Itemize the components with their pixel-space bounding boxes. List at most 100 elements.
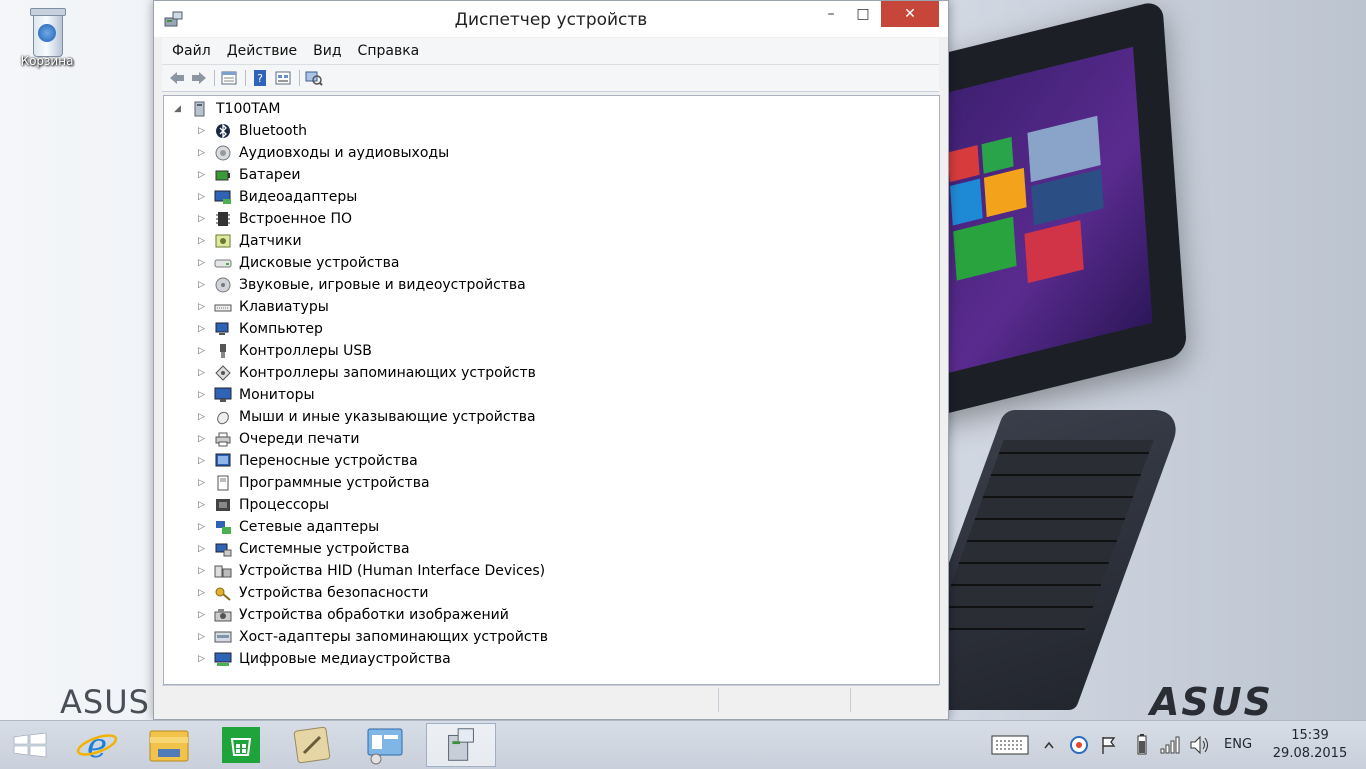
title-bar[interactable]: Диспетчер устройств – □ ✕ <box>154 1 948 37</box>
tablet-screen <box>923 46 1153 375</box>
mouse-icon <box>217 411 229 425</box>
show-hidden-icons-icon[interactable] <box>1042 731 1056 759</box>
tree-category-label: Контроллеры USB <box>239 343 372 359</box>
expand-arrow-icon[interactable]: ▷ <box>198 566 208 576</box>
minimize-button[interactable]: – <box>816 1 846 27</box>
processor-icon <box>216 499 230 511</box>
language-indicator[interactable]: ENG <box>1224 737 1252 752</box>
svg-text:e: e <box>87 726 107 766</box>
battery-icon[interactable] <box>1134 731 1150 759</box>
forward-arrow-icon[interactable] <box>190 69 208 87</box>
sensor-icon <box>215 234 231 248</box>
svg-text:?: ? <box>257 72 263 85</box>
security-shield-icon[interactable] <box>1068 731 1090 759</box>
expand-arrow-icon[interactable]: ▷ <box>198 412 208 422</box>
touch-keyboard-icon[interactable] <box>990 731 1030 759</box>
keyboard-icon <box>214 304 232 312</box>
expand-arrow-icon[interactable]: ▷ <box>198 544 208 554</box>
tree-category-label: Устройства безопасности <box>239 585 429 601</box>
expand-arrow-icon[interactable]: ▷ <box>198 346 208 356</box>
properties-icon[interactable] <box>220 69 238 87</box>
volume-icon[interactable] <box>1188 731 1212 759</box>
start-icon[interactable] <box>0 723 60 767</box>
tree-category-label: Сетевые адаптеры <box>239 519 380 535</box>
imaging-device-icon <box>214 609 232 622</box>
computer-root-icon <box>194 101 205 117</box>
expand-arrow-icon[interactable]: ▷ <box>198 280 208 290</box>
store-icon[interactable] <box>206 723 276 767</box>
collapse-arrow-icon[interactable]: ◢ <box>174 104 184 114</box>
action-center-flag-icon[interactable] <box>1098 731 1120 759</box>
menu-bar: Файл Действие Вид Справка <box>162 38 939 65</box>
firmware-icon <box>216 212 230 226</box>
tree-category-label: Хост-адаптеры запоминающих устройств <box>239 629 548 645</box>
menu-help[interactable]: Справка <box>350 38 428 64</box>
display-adapter-icon <box>214 190 231 204</box>
clock[interactable]: 15:39 29.08.2015 <box>1262 727 1358 763</box>
close-button[interactable]: ✕ <box>881 1 939 27</box>
hid-icon <box>214 565 232 578</box>
system-device-icon <box>215 543 232 557</box>
expand-arrow-icon[interactable]: ▷ <box>198 456 208 466</box>
menu-action[interactable]: Действие <box>219 38 305 64</box>
expand-arrow-icon[interactable]: ▷ <box>198 610 208 620</box>
expand-arrow-icon[interactable]: ▷ <box>198 324 208 334</box>
signal-icon[interactable] <box>1158 731 1180 759</box>
expand-arrow-icon[interactable]: ▷ <box>198 192 208 202</box>
expand-arrow-icon[interactable]: ▷ <box>198 588 208 598</box>
expand-arrow-icon[interactable]: ▷ <box>198 302 208 312</box>
scan-hardware-icon[interactable] <box>305 69 323 87</box>
back-arrow-icon[interactable] <box>168 69 186 87</box>
tree-category-label: Батареи <box>239 167 301 183</box>
tree-category-label: Контроллеры запоминающих устройств <box>239 365 536 381</box>
tree-root-label: T100TAM <box>216 101 281 117</box>
expand-arrow-icon[interactable]: ▷ <box>198 390 208 400</box>
digital-media-icon <box>214 652 232 666</box>
sound-icon <box>215 277 231 293</box>
monitor-icon <box>214 387 232 402</box>
tree-category-label: Системные устройства <box>239 541 410 557</box>
recycle-bin[interactable]: Корзина <box>14 6 80 68</box>
expand-arrow-icon[interactable]: ▷ <box>198 214 208 224</box>
file-explorer-icon[interactable] <box>134 723 204 767</box>
expand-arrow-icon[interactable]: ▷ <box>198 654 208 664</box>
expand-arrow-icon[interactable]: ▷ <box>198 500 208 510</box>
clock-date: 29.08.2015 <box>1272 746 1348 761</box>
maximize-button[interactable]: □ <box>848 1 878 27</box>
expand-arrow-icon[interactable]: ▷ <box>198 434 208 444</box>
expand-arrow-icon[interactable]: ▷ <box>198 126 208 136</box>
asus-logo: ASUS <box>1150 680 1274 724</box>
tree-category-label: Переносные устройства <box>239 453 418 469</box>
battery-icon <box>215 170 230 181</box>
menu-view[interactable]: Вид <box>305 38 349 64</box>
tree-category-label: Мыши и иные указывающие устройства <box>239 409 536 425</box>
expand-arrow-icon[interactable]: ▷ <box>198 478 208 488</box>
expand-arrow-icon[interactable]: ▷ <box>198 258 208 268</box>
taskbar: e ENG 15:39 29.08.2015 <box>0 720 1366 769</box>
expand-arrow-icon[interactable]: ▷ <box>198 148 208 158</box>
expand-arrow-icon[interactable]: ▷ <box>198 632 208 642</box>
recycle-bin-icon <box>28 6 66 57</box>
device-manager-icon[interactable] <box>426 723 496 767</box>
expand-arrow-icon[interactable]: ▷ <box>198 170 208 180</box>
control-panel-icon[interactable] <box>278 723 348 767</box>
expand-arrow-icon[interactable]: ▷ <box>198 368 208 378</box>
help-icon[interactable]: ? <box>251 69 269 87</box>
tree-category-label: Цифровые медиаустройства <box>239 651 451 667</box>
expand-arrow-icon[interactable]: ▷ <box>198 236 208 246</box>
tree-category-label: Очереди печати <box>239 431 360 447</box>
security-device-icon <box>215 587 231 601</box>
tree-category-label: Звуковые, игровые и видеоустройства <box>239 277 526 293</box>
portable-device-icon <box>215 453 231 467</box>
software-device-icon <box>217 475 229 491</box>
expand-arrow-icon[interactable]: ▷ <box>198 522 208 532</box>
view-icon[interactable] <box>274 69 292 87</box>
internet-explorer-icon[interactable]: e <box>62 723 132 767</box>
tree-category-label: Мониторы <box>239 387 315 403</box>
remote-desktop-icon[interactable] <box>350 723 420 767</box>
usb-icon <box>220 344 226 358</box>
menu-file[interactable]: Файл <box>162 38 219 64</box>
device-tree[interactable]: ◢ T100TAM ▷ Bluetooth ▷ Аудиовходы и аудиов… <box>163 95 940 685</box>
audio-io-icon <box>215 145 231 161</box>
device-manager-window: Диспетчер устройств – □ ✕ Файл Действие Ви… <box>153 0 949 720</box>
